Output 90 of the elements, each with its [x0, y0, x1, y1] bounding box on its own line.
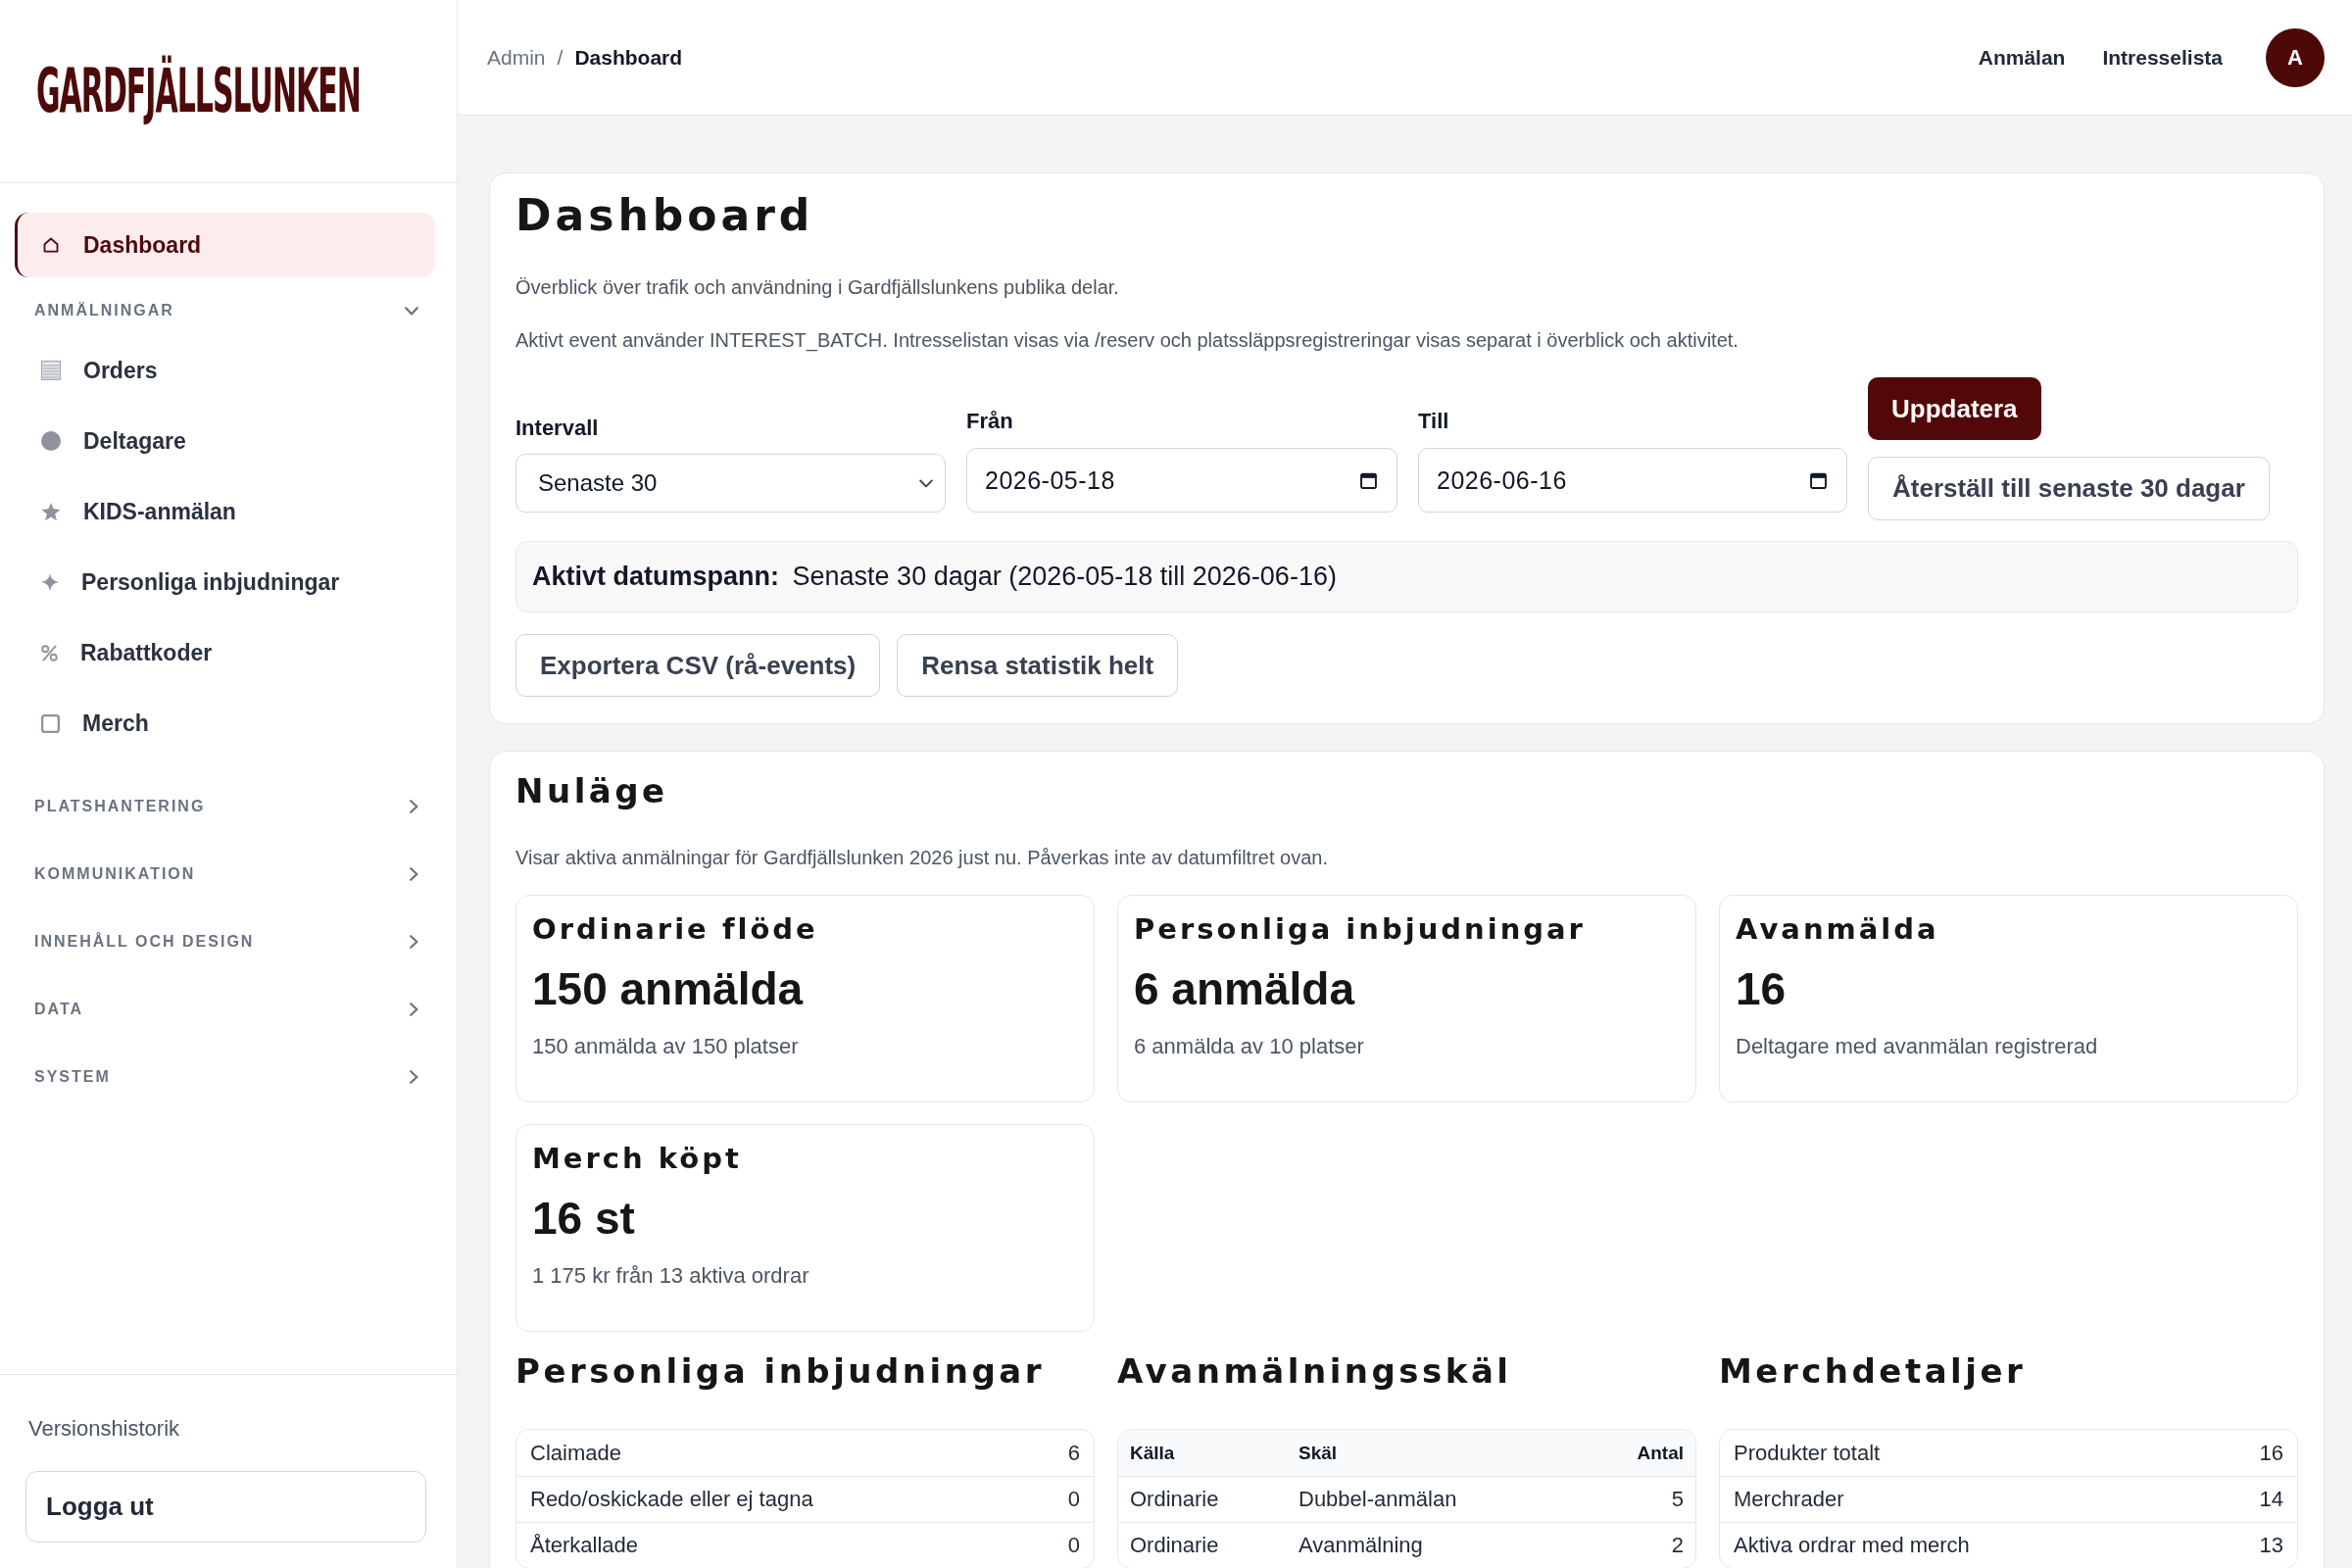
table-cell: Produkter totalt: [1734, 1440, 1881, 1466]
description-text: Överblick över trafik och användning i Gardfjällslunkens publika delar.: [515, 275, 1120, 300]
field-label: Från: [966, 408, 1013, 435]
table-cell-text: Dubbel-anmälan: [1298, 1487, 1458, 1512]
chevron-right-icon[interactable]: [410, 1003, 418, 1016]
stat-detail: 150 anmälda av 150 platser: [532, 1033, 799, 1060]
table-cell: 0: [1067, 1487, 1080, 1512]
logout-button[interactable]: Logga ut: [25, 1471, 426, 1543]
sidebar-item[interactable]: Rabattkoder: [15, 617, 435, 688]
stat-value: 16: [1736, 962, 1787, 1015]
interval-select[interactable]: Senaste 30: [515, 454, 946, 513]
stat-value: 6 anmälda: [1134, 962, 1354, 1015]
sidebar-section-header[interactable]: DATA: [15, 990, 435, 1029]
date-field[interactable]: 2026-05-18: [966, 448, 1397, 513]
table-cell: Återkallade: [530, 1533, 639, 1558]
sidebar-item[interactable]: Deltagare: [15, 406, 435, 476]
page-title: Dashboard: [515, 189, 815, 242]
reset-button[interactable]: Återställ till senaste 30 dagar: [1868, 457, 2270, 520]
sidebar-item[interactable]: Dashboard: [15, 213, 435, 277]
section-title: Nuläge: [515, 770, 669, 812]
action-button[interactable]: Exportera CSV (rå-events): [515, 634, 881, 697]
stat-title: Avanmälda: [1736, 911, 1939, 947]
caret-icon: [919, 478, 933, 488]
chevron-right-icon[interactable]: [410, 1070, 418, 1084]
section-title: Avanmälningsskäl: [1117, 1350, 1512, 1393]
table-cell-text: Ordinarie: [1130, 1487, 1220, 1512]
date-range-banner: Aktivt datumspann: Senaste 30 dagar (2026-05-18 till 2026-06-16): [515, 541, 2298, 612]
breadcrumb-separator: /: [557, 45, 564, 70]
table-cell: 5: [1671, 1487, 1684, 1512]
star-icon: [41, 502, 61, 521]
stat-detail: 1 175 kr från 13 aktiva ordrar: [532, 1262, 809, 1290]
table-cell: 6: [1067, 1440, 1080, 1466]
stat-value: 16 st: [532, 1192, 635, 1245]
chevron-right-icon[interactable]: [410, 800, 418, 813]
column-header: Källa: [1130, 1442, 1176, 1464]
stat-title: Ordinarie flöde: [532, 911, 818, 947]
stat-detail: Deltagare med avanmälan registrerad: [1736, 1033, 2098, 1060]
sidebar-section-header[interactable]: SYSTEM: [15, 1057, 435, 1097]
nav-link[interactable]: Intresselista: [2102, 45, 2223, 70]
table-cell-text: Avanmälning: [1298, 1533, 1424, 1558]
sidebar-section-header[interactable]: INNEHÅLL OCH DESIGN: [15, 922, 435, 961]
date-field[interactable]: 2026-06-16: [1418, 448, 1847, 513]
logo: GARDFJÄLLSLUNKEN: [36, 53, 361, 128]
nav-link[interactable]: Anmälan: [1978, 45, 2066, 70]
sidebar-item[interactable]: KIDS-anmälan: [15, 476, 435, 547]
update-button[interactable]: Uppdatera: [1868, 377, 2041, 440]
table-cell: 2: [1671, 1533, 1684, 1558]
sidebar-section-header[interactable]: PLATSHANTERING: [15, 787, 435, 826]
description-text: Visar aktiva anmälningar för Gardfjällslunken 2026 just nu. Påverkas inte av datumfiltret ovan.: [515, 846, 1329, 870]
table-cell: Merchrader: [1734, 1487, 1844, 1512]
table-cell: 16: [2259, 1440, 2283, 1466]
stat-detail: 6 anmälda av 10 platser: [1134, 1033, 1364, 1060]
table-cell: 0: [1067, 1533, 1080, 1558]
table-cell: 14: [2259, 1487, 2283, 1512]
stat-title: Merch köpt: [532, 1141, 742, 1176]
section-title: Merchdetaljer: [1719, 1350, 2027, 1393]
sidebar-item[interactable]: Orders: [15, 335, 435, 406]
list-icon: [41, 361, 61, 380]
sparkle-icon: [41, 573, 59, 591]
breadcrumb-item[interactable]: Admin: [487, 45, 546, 70]
info-text: Aktivt event använder INTEREST_BATCH. Intresselistan visas via /reserv och platssläppsregistreringar visas separat i överblick och aktivitet.: [515, 328, 1740, 354]
table-cell: Redo/oskickade eller ej tagna: [530, 1487, 813, 1512]
home-icon: [43, 237, 59, 253]
avatar[interactable]: A: [2266, 27, 2325, 87]
calendar-icon[interactable]: [1360, 471, 1377, 489]
table-cell-text: Ordinarie: [1130, 1533, 1220, 1558]
breadcrumb-item: Dashboard: [574, 45, 683, 70]
calendar-icon[interactable]: [1810, 471, 1827, 489]
sidebar-section-header[interactable]: KOMMUNIKATION: [15, 855, 435, 894]
chevron-right-icon[interactable]: [410, 867, 418, 881]
table-cell: Aktiva ordrar med merch: [1734, 1533, 1970, 1558]
chevron-down-icon[interactable]: [405, 306, 418, 316]
chevron-right-icon[interactable]: [410, 935, 418, 949]
square-icon: [41, 713, 60, 733]
section-title: Personliga inbjudningar: [515, 1350, 1045, 1393]
circle-icon: [41, 431, 61, 451]
version-history-link[interactable]: Versionshistorik: [25, 1414, 180, 1444]
field-label: Till: [1418, 408, 1449, 435]
percent-icon: [41, 644, 58, 662]
table-cell: Claimade: [530, 1440, 621, 1466]
sidebar-section-header[interactable]: ANMÄLNINGAR: [15, 291, 435, 330]
stat-value: 150 anmälda: [532, 962, 804, 1015]
column-header: Antal: [1637, 1442, 1684, 1464]
column-header: Skäl: [1298, 1442, 1339, 1464]
sidebar-item[interactable]: Personliga inbjudningar: [15, 547, 435, 617]
field-label: Intervall: [515, 415, 599, 442]
action-button[interactable]: Rensa statistik helt: [897, 634, 1179, 697]
sidebar-item[interactable]: Merch: [15, 688, 435, 759]
stat-title: Personliga inbjudningar: [1134, 911, 1586, 947]
table-cell: 13: [2259, 1533, 2283, 1558]
